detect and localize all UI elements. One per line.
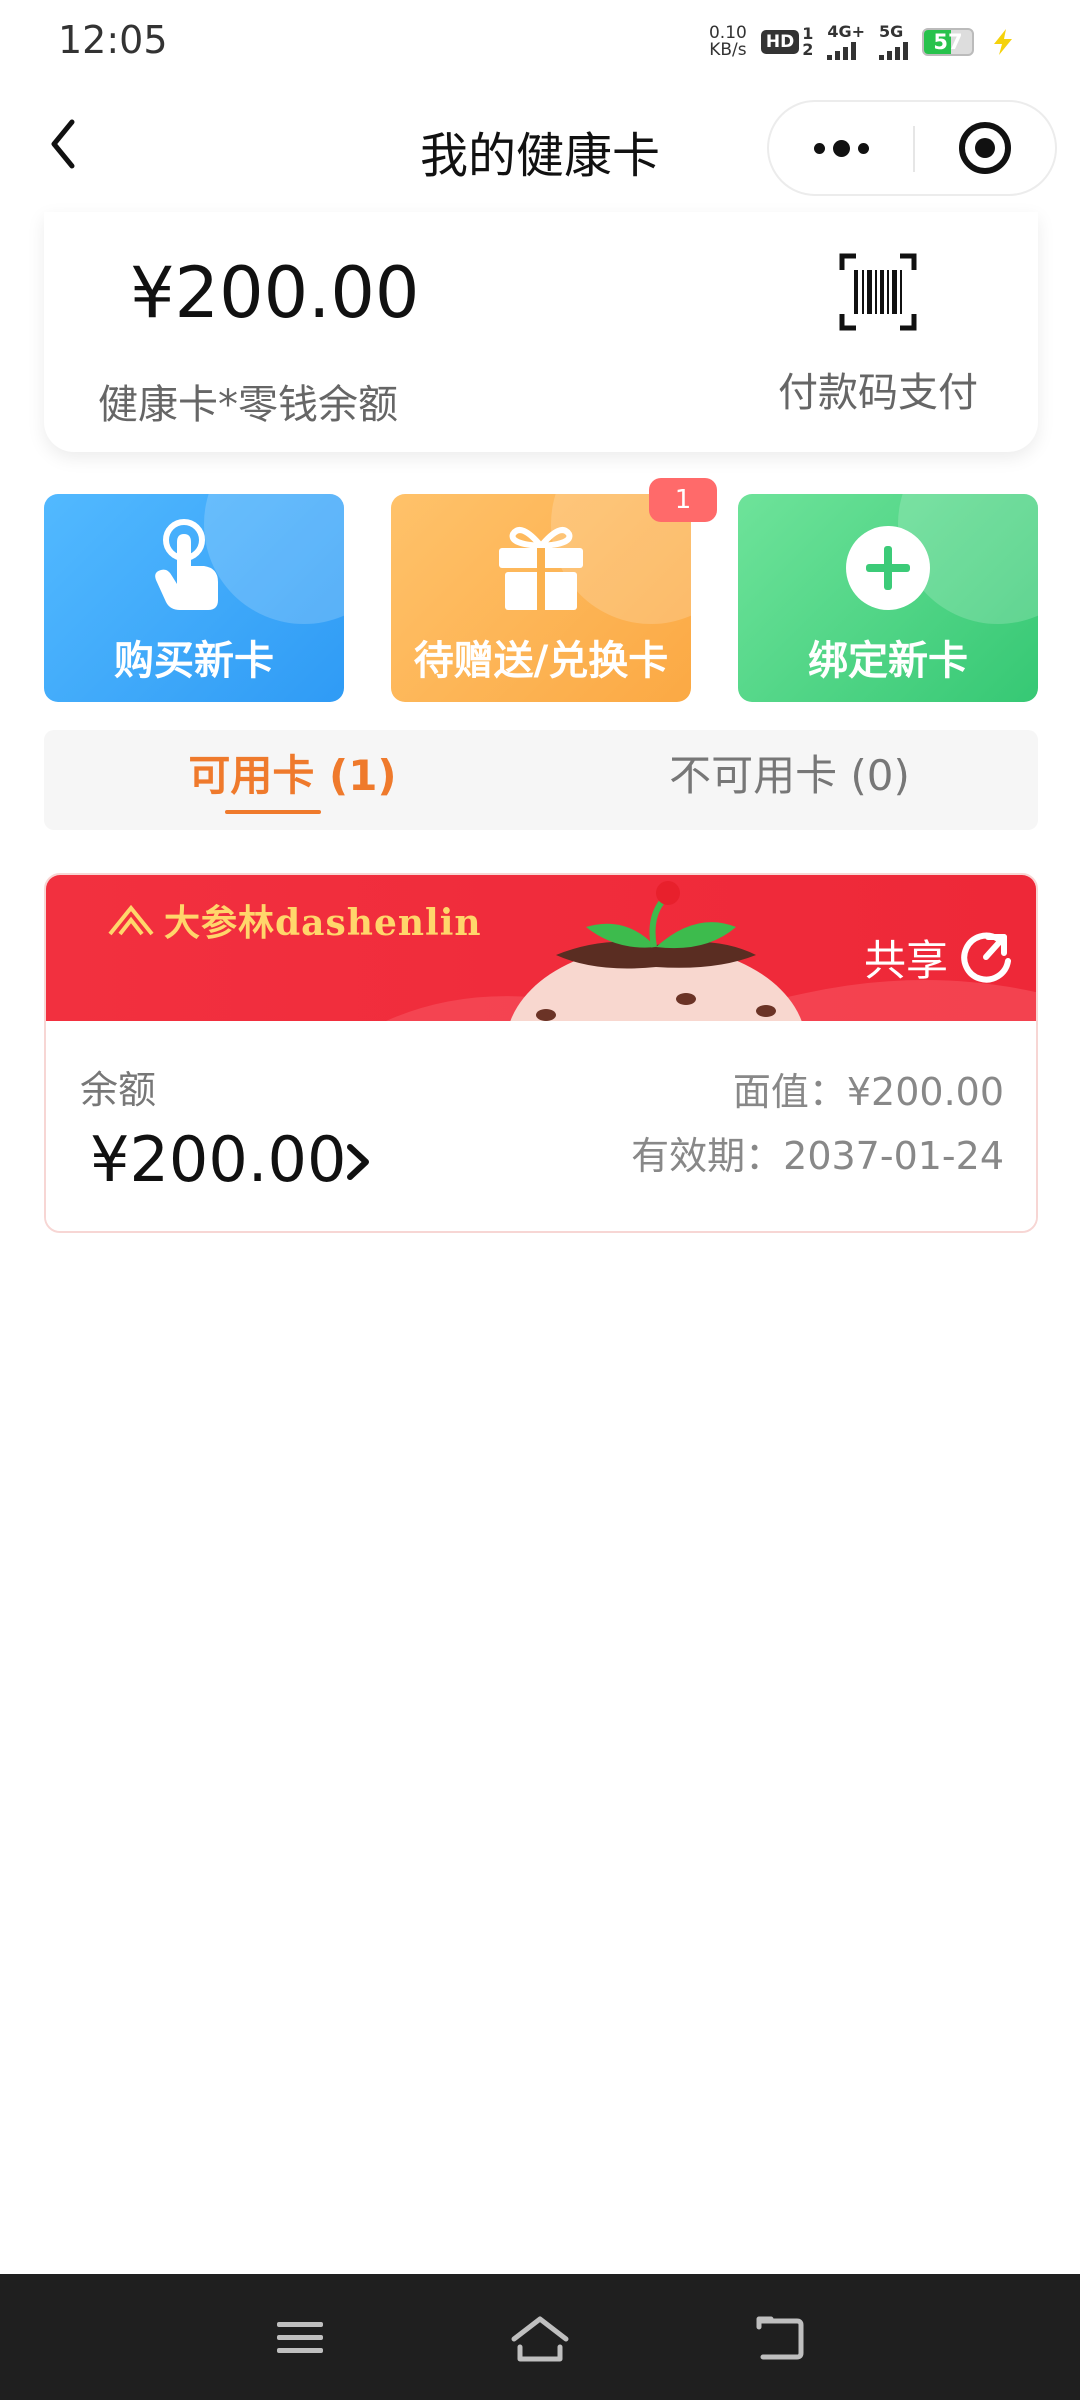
buy-new-card-button[interactable]: 购买新卡 [44,494,344,702]
tap-hand-icon [155,519,218,610]
brand-logo: 大参林dashenlin [106,895,482,945]
signal-4g-icon: 4G+ [827,24,865,60]
gift-redeem-card-label: 待赠送/兑换卡 [413,638,669,684]
strawberry-mascot-image [510,881,802,1021]
charging-bolt-icon [994,29,1012,55]
nav-home-button[interactable] [500,2298,580,2378]
dashenlin-logo-icon [108,904,154,936]
mini-program-capsule [767,100,1057,196]
hd-voice-icon: HD 1 2 [760,26,813,58]
nav-menu-button[interactable] [260,2298,340,2378]
home-icon [511,2316,569,2362]
close-mini-program-button[interactable] [915,102,1055,194]
more-dots-icon [813,142,825,154]
nav-back-button[interactable] [740,2298,820,2378]
balance-card: ¥200.00 健康卡*零钱余额 付款码支付 [44,212,1038,452]
action-buttons: 购买新卡 待赠送/兑换卡 绑定新卡 [44,494,1038,704]
pay-code-button[interactable]: 付款码支付 [768,252,988,418]
title-bar: 我的健康卡 [0,84,1080,214]
share-arrow-icon [961,932,1011,983]
buy-new-card-label: 购买新卡 [114,638,274,684]
health-card-item[interactable]: 大参林dashenlin 共享 余额 ¥200.00 面值：¥200.00 有效… [44,873,1038,1233]
card-tabs: 可用卡 (1) 不可用卡 (0) [44,730,1038,830]
gift-icon [499,527,583,610]
target-circle-icon [959,122,1011,174]
system-nav-bar [0,2274,1080,2400]
card-balance-label: 余额 [80,1068,157,1112]
more-button[interactable] [769,102,913,194]
card-balance-value: ¥200.00 [90,1123,347,1196]
balance-amount: ¥200.00 [130,252,420,334]
menu-lines-icon [277,2322,323,2353]
card-expiry-date: 有效期：2037-01-24 [631,1134,1004,1178]
tab-unavailable-cards[interactable]: 不可用卡 (0) [541,730,1038,830]
signal-5g-icon: 5G [879,24,908,60]
tab-available-cards[interactable]: 可用卡 (1) [44,730,541,830]
active-tab-indicator [225,810,321,814]
pay-code-label: 付款码支付 [778,370,978,416]
barcode-scan-icon [839,253,917,331]
bind-new-card-label: 绑定新卡 [808,638,968,684]
pending-count-badge: 1 [649,478,717,522]
status-icons: 0.10 KB/s HD 1 2 4G+ 5G 57 [709,22,1018,62]
share-button[interactable]: 共享 [864,927,1016,988]
status-time: 12:05 [58,18,168,62]
card-body: 余额 ¥200.00 面值：¥200.00 有效期：2037-01-24 [46,1021,1036,1231]
chevron-right-icon [347,1144,369,1180]
card-face-value: 面值：¥200.00 [732,1070,1004,1114]
balance-label: 健康卡*零钱余额 [98,382,398,428]
status-bar: 12:05 0.10 KB/s HD 1 2 4G+ 5G 57 [0,0,1080,84]
battery-icon: 57 [922,28,974,56]
plus-circle-icon [846,526,930,610]
gift-redeem-card-button[interactable]: 待赠送/兑换卡 [391,494,691,702]
card-banner: 大参林dashenlin 共享 [46,875,1036,1021]
brand-name: 大参林dashenlin [164,902,482,944]
bind-new-card-button[interactable]: 绑定新卡 [738,494,1038,702]
network-speed: 0.10 KB/s [708,23,747,60]
share-label: 共享 [863,936,948,985]
back-arrow-icon [756,2316,804,2360]
